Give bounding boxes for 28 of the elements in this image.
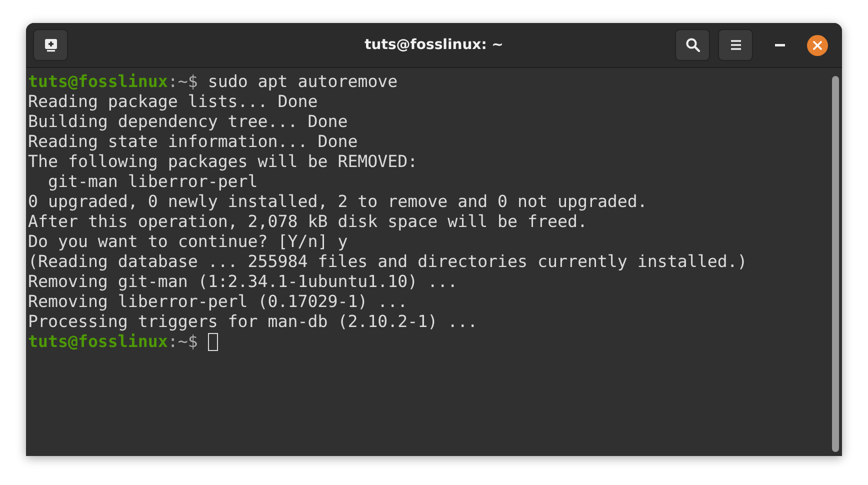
prompt-path: :~$ xyxy=(168,332,198,352)
command-text: sudo apt autoremove xyxy=(206,72,398,92)
prompt-user-host: tuts@fosslinux xyxy=(28,72,168,92)
window-title: tuts@fosslinux: ~ xyxy=(364,37,504,53)
scrollbar[interactable] xyxy=(832,76,839,452)
output-line: Do you want to continue? [Y/n] y xyxy=(28,232,348,252)
output-line: Removing git-man (1:2.34.1-1ubuntu1.10) ... xyxy=(28,272,458,292)
output-line: Reading package lists... Done xyxy=(28,92,318,112)
output-line: Processing triggers for man-db (2.10.2-1) ... xyxy=(28,312,478,332)
new-tab-icon xyxy=(42,37,58,53)
close-icon xyxy=(813,40,822,50)
minimize-icon xyxy=(775,44,785,46)
search-icon xyxy=(684,37,700,53)
search-button[interactable] xyxy=(675,29,710,61)
output-line: Reading state information... Done xyxy=(28,132,358,152)
close-button[interactable] xyxy=(807,34,828,56)
output-line: 0 upgraded, 0 newly installed, 2 to remove and 0 not upgraded. xyxy=(28,192,648,212)
output-line: git-man liberror-perl xyxy=(46,172,258,192)
output-line: After this operation, 2,078 kB disk space will be freed. xyxy=(28,212,588,232)
output-line: (Reading database ... 255984 files and directories currently installed.) xyxy=(28,252,748,272)
prompt-path: :~$ xyxy=(168,72,198,92)
menu-icon xyxy=(730,39,742,51)
new-tab-button[interactable] xyxy=(33,29,68,61)
output-line: The following packages will be REMOVED: xyxy=(28,152,418,172)
prompt-user-host: tuts@fosslinux xyxy=(28,332,168,352)
menu-button[interactable] xyxy=(718,29,753,61)
output-line: Removing liberror-perl (0.17029-1) ... xyxy=(28,292,408,312)
output-line: Building dependency tree... Done xyxy=(28,112,348,132)
